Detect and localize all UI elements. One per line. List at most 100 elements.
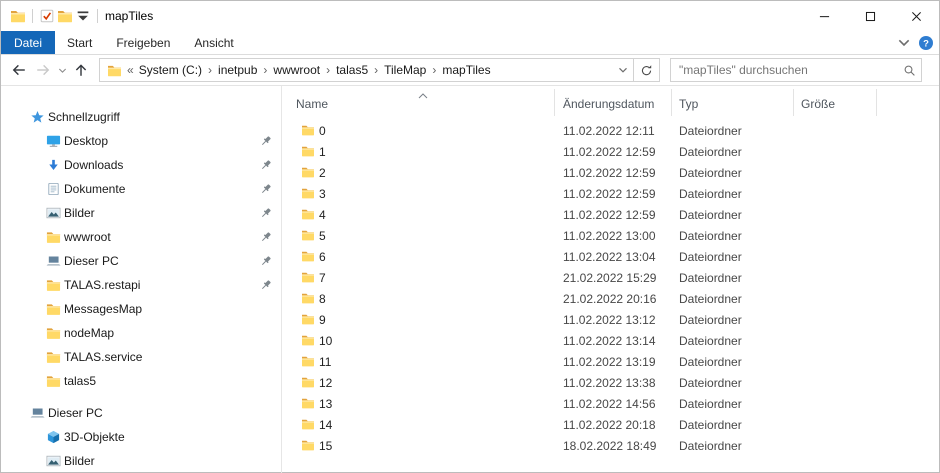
pin-icon[interactable] xyxy=(260,159,272,171)
sidebar-item-nodemap[interactable]: nodeMap xyxy=(1,321,281,345)
svg-text:?: ? xyxy=(923,38,929,49)
file-modified-date: 11.02.2022 13:38 xyxy=(563,376,656,390)
folder-icon xyxy=(45,277,61,293)
file-type: Dateiordner xyxy=(679,334,742,348)
new-folder-icon[interactable] xyxy=(56,7,74,25)
sidebar-item-dieser-pc[interactable]: Dieser PC xyxy=(1,249,281,273)
explorer-icon xyxy=(9,7,27,25)
breadcrumb-overflow[interactable]: « xyxy=(126,63,137,77)
file-row[interactable]: 1011.02.2022 13:14Dateiordner xyxy=(282,330,939,351)
tab-datei[interactable]: Datei xyxy=(1,31,55,54)
sidebar-item-wwwroot[interactable]: wwwroot xyxy=(1,225,281,249)
file-row[interactable]: 1311.02.2022 14:56Dateiordner xyxy=(282,393,939,414)
pin-icon[interactable] xyxy=(260,255,272,267)
tab-start[interactable]: Start xyxy=(55,31,104,54)
sidebar-item-messagesmap[interactable]: MessagesMap xyxy=(1,297,281,321)
file-row[interactable]: 1111.02.2022 13:19Dateiordner xyxy=(282,351,939,372)
file-modified-date: 11.02.2022 14:56 xyxy=(563,397,656,411)
help-icon[interactable]: ? xyxy=(918,35,934,51)
column-divider[interactable] xyxy=(876,89,877,116)
file-row[interactable]: 111.02.2022 12:59Dateiordner xyxy=(282,141,939,162)
tab-freigeben[interactable]: Freigeben xyxy=(104,31,182,54)
minimize-button[interactable] xyxy=(801,1,847,31)
file-row[interactable]: 211.02.2022 12:59Dateiordner xyxy=(282,162,939,183)
file-row[interactable]: 611.02.2022 13:04Dateiordner xyxy=(282,246,939,267)
file-type: Dateiordner xyxy=(679,145,742,159)
breadcrumb-separator-icon[interactable]: › xyxy=(322,63,334,77)
sidebar-item-talas-service[interactable]: TALAS.service xyxy=(1,345,281,369)
breadcrumb-segment-wwwroot[interactable]: wwwroot xyxy=(271,63,322,77)
close-button[interactable] xyxy=(893,1,939,31)
search-input[interactable]: "mapTiles" durchsuchen xyxy=(670,58,922,82)
file-type: Dateiordner xyxy=(679,250,742,264)
expand-ribbon-icon[interactable] xyxy=(896,35,912,51)
sidebar-section-schnellzugriff[interactable]: Schnellzugriff xyxy=(1,105,281,129)
column-divider[interactable] xyxy=(793,89,794,116)
sidebar-item-downloads[interactable]: Downloads xyxy=(1,153,281,177)
breadcrumb-segment-tilemap[interactable]: TileMap xyxy=(382,63,428,77)
file-row[interactable]: 511.02.2022 13:00Dateiordner xyxy=(282,225,939,246)
qat-dropdown-icon[interactable] xyxy=(74,7,92,25)
file-row[interactable]: 1518.02.2022 18:49Dateiordner xyxy=(282,435,939,456)
file-row[interactable]: 1411.02.2022 20:18Dateiordner xyxy=(282,414,939,435)
address-bar[interactable]: «System (C:)›inetpub›wwwroot›talas5›Tile… xyxy=(99,58,660,82)
file-row[interactable]: 411.02.2022 12:59Dateiordner xyxy=(282,204,939,225)
pin-icon[interactable] xyxy=(260,183,272,195)
recent-locations-button[interactable] xyxy=(55,58,69,82)
column-header-gr-e[interactable]: Größe xyxy=(801,97,835,111)
refresh-icon xyxy=(640,64,653,77)
breadcrumb-separator-icon[interactable]: › xyxy=(259,63,271,77)
column-header-name[interactable]: Name xyxy=(296,97,328,111)
breadcrumb: «System (C:)›inetpub›wwwroot›talas5›Tile… xyxy=(126,63,613,77)
breadcrumb-segment-inetpub[interactable]: inetpub xyxy=(216,63,259,77)
breadcrumb-separator-icon[interactable]: › xyxy=(204,63,216,77)
file-row[interactable]: 011.02.2022 12:11Dateiordner xyxy=(282,120,939,141)
file-row[interactable]: 911.02.2022 13:12Dateiordner xyxy=(282,309,939,330)
properties-icon[interactable] xyxy=(38,7,56,25)
refresh-button[interactable] xyxy=(633,59,659,81)
file-row[interactable]: 1211.02.2022 13:38Dateiordner xyxy=(282,372,939,393)
sidebar-item-talas-restapi[interactable]: TALAS.restapi xyxy=(1,273,281,297)
sidebar-item-dokumente[interactable]: Dokumente xyxy=(1,177,281,201)
folder-icon xyxy=(301,438,315,452)
folder-icon xyxy=(301,312,315,326)
breadcrumb-segment-talas5[interactable]: talas5 xyxy=(334,63,370,77)
sidebar-item-desktop[interactable]: Desktop xyxy=(1,129,281,153)
back-button[interactable] xyxy=(7,58,31,82)
pin-icon[interactable] xyxy=(260,135,272,147)
file-type: Dateiordner xyxy=(679,376,742,390)
sidebar-item-3d-objekte[interactable]: 3D-Objekte xyxy=(1,425,281,449)
pin-icon[interactable] xyxy=(260,231,272,243)
breadcrumb-segment-maptiles[interactable]: mapTiles xyxy=(440,63,492,77)
maximize-button[interactable] xyxy=(847,1,893,31)
pin-icon[interactable] xyxy=(260,207,272,219)
breadcrumb-separator-icon[interactable]: › xyxy=(428,63,440,77)
file-row[interactable]: 821.02.2022 20:16Dateiordner xyxy=(282,288,939,309)
column-divider[interactable] xyxy=(671,89,672,116)
address-dropdown-button[interactable] xyxy=(613,59,633,81)
sidebar-item-bilder[interactable]: Bilder xyxy=(1,201,281,225)
forward-button[interactable] xyxy=(31,58,55,82)
pin-icon[interactable] xyxy=(260,279,272,291)
breadcrumb-separator-icon[interactable]: › xyxy=(370,63,382,77)
file-name: 0 xyxy=(319,124,326,138)
column-header-typ[interactable]: Typ xyxy=(679,97,698,111)
file-name: 7 xyxy=(319,271,326,285)
documents-icon xyxy=(45,181,61,197)
explorer-window: mapTiles DateiStartFreigebenAnsicht ? «S… xyxy=(0,0,940,473)
column-header-nderungsdatum[interactable]: Änderungsdatum xyxy=(563,97,654,111)
file-row[interactable]: 311.02.2022 12:59Dateiordner xyxy=(282,183,939,204)
folder-icon xyxy=(45,349,61,365)
sidebar-item-talas5[interactable]: talas5 xyxy=(1,369,281,393)
folder-icon xyxy=(301,165,315,179)
search-placeholder: "mapTiles" durchsuchen xyxy=(671,63,897,77)
column-divider[interactable] xyxy=(554,89,555,116)
breadcrumb-segment-system-c[interactable]: System (C:) xyxy=(137,63,204,77)
file-name: 5 xyxy=(319,229,326,243)
sidebar-item-bilder[interactable]: Bilder xyxy=(1,449,281,473)
file-row[interactable]: 721.02.2022 15:29Dateiordner xyxy=(282,267,939,288)
tab-ansicht[interactable]: Ansicht xyxy=(182,31,245,54)
search-icon[interactable] xyxy=(897,59,921,81)
sidebar-section-dieser-pc[interactable]: Dieser PC xyxy=(1,401,281,425)
up-button[interactable] xyxy=(69,58,93,82)
